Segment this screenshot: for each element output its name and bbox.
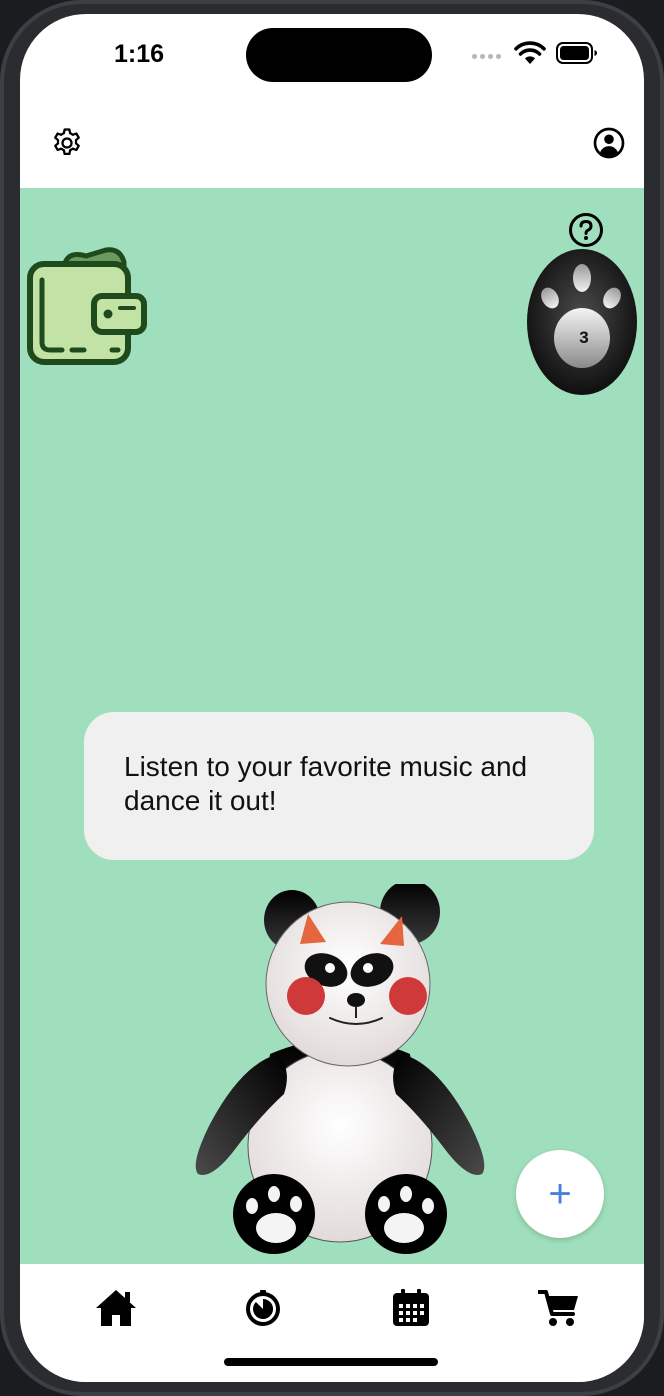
settings-button[interactable] <box>48 124 86 162</box>
main-area: 3 Listen to your favorite music and danc… <box>20 188 644 1264</box>
nav-cart[interactable] <box>535 1284 583 1332</box>
gear-icon <box>54 128 80 156</box>
timer-icon <box>246 1290 280 1326</box>
calendar-icon <box>393 1289 429 1326</box>
profile-button[interactable] <box>590 124 628 162</box>
plus-icon: + <box>548 1172 572 1216</box>
home-icon <box>96 1290 136 1326</box>
panda-mascot <box>195 884 485 1254</box>
status-time: 1:16 <box>114 40 165 68</box>
battery-icon <box>556 42 597 64</box>
home-indicator[interactable] <box>224 1358 438 1366</box>
cart-icon <box>538 1290 578 1326</box>
wifi-icon <box>514 41 546 64</box>
dynamic-island <box>246 28 432 82</box>
paw-count: 3 <box>579 328 589 347</box>
cellular-signal-icon <box>472 54 501 59</box>
nav-home[interactable] <box>92 1284 140 1332</box>
app-header <box>20 104 644 188</box>
nav-calendar[interactable] <box>387 1284 435 1332</box>
app-screen: 1:16 3 Listen to your favorite music and… <box>20 14 644 1382</box>
wallet-icon[interactable] <box>24 246 150 368</box>
user-circle-icon <box>593 127 625 159</box>
speech-bubble: Listen to your favorite music and dance … <box>84 712 594 860</box>
paw-badge[interactable] <box>526 248 638 396</box>
nav-timer[interactable] <box>239 1284 287 1332</box>
add-button[interactable]: + <box>516 1150 604 1238</box>
status-bar: 1:16 <box>20 14 644 104</box>
speech-text: Listen to your favorite music and dance … <box>124 751 528 816</box>
question-circle-icon[interactable] <box>568 212 604 248</box>
